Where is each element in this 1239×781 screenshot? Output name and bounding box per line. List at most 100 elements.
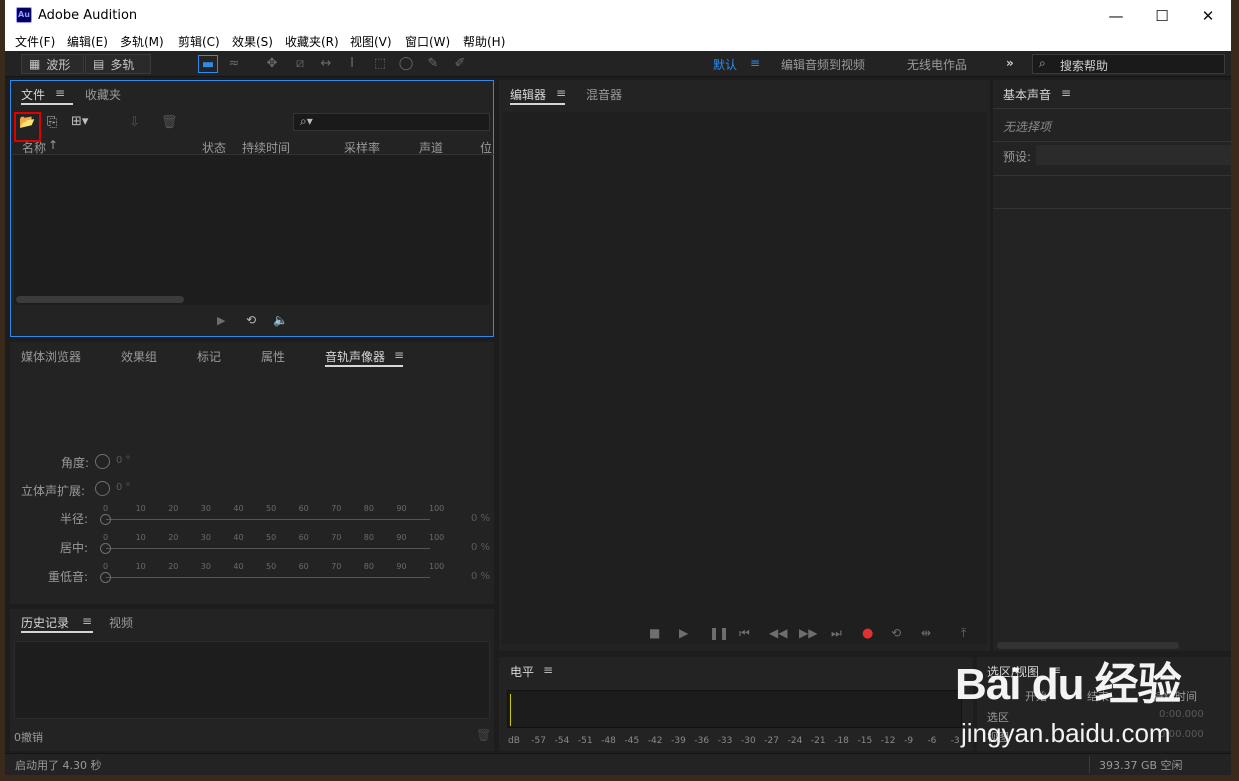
menu-multitrack[interactable]: 多轨(M): [120, 33, 164, 50]
help-search-input[interactable]: ⌕ 搜索帮助: [1032, 54, 1225, 74]
slider-tick-label: 90: [396, 533, 407, 542]
loop-preview-icon[interactable]: ⟲: [246, 313, 256, 327]
razor-tool-icon[interactable]: ⧄: [291, 55, 309, 73]
meter-scale-label: -9: [904, 736, 914, 746]
slip-tool-icon[interactable]: ↔: [317, 55, 335, 73]
column-name[interactable]: 名称: [22, 139, 46, 156]
go-to-end-icon[interactable]: ⏭: [831, 626, 842, 641]
close-button[interactable]: ✕: [1185, 0, 1231, 31]
slider-track[interactable]: [106, 548, 430, 549]
waveform-mode-button[interactable]: ▦ 波形: [21, 54, 84, 74]
tab-mixer[interactable]: 混音器: [586, 86, 622, 103]
tab-properties[interactable]: 属性: [261, 348, 285, 365]
maximize-button[interactable]: ☐: [1139, 0, 1185, 31]
menu-help[interactable]: 帮助(H): [463, 33, 505, 50]
brush-tool-icon[interactable]: ✎: [424, 55, 442, 73]
tab-history[interactable]: 历史记录: [21, 614, 69, 631]
open-file-icon[interactable]: 📂: [19, 115, 35, 130]
workspace-menu-icon[interactable]: ≡: [750, 56, 760, 70]
level-meter-menu-icon[interactable]: ≡: [543, 663, 553, 677]
tab-media-browser[interactable]: 媒体浏览器: [21, 348, 81, 365]
menu-bar: 文件(F) 编辑(E) 多轨(M) 剪辑(C) 效果(S) 收藏夹(R) 视图(…: [5, 31, 1231, 51]
divider: [993, 108, 1231, 109]
skip-selection-icon[interactable]: ⇹: [921, 626, 931, 640]
history-menu-icon[interactable]: ≡: [82, 614, 92, 628]
marquee-tool-icon[interactable]: ⬚: [371, 55, 389, 73]
level-peak-indicator: [510, 694, 511, 726]
slider-track[interactable]: [106, 577, 430, 578]
editor-canvas[interactable]: [502, 112, 987, 644]
slider-handle[interactable]: [100, 572, 111, 583]
workspace-radio-production[interactable]: 无线电作品: [907, 56, 967, 73]
slider-tick-label: 50: [266, 533, 277, 542]
angle-knob[interactable]: [95, 454, 110, 469]
tab-editor[interactable]: 编辑器: [510, 86, 546, 103]
column-bit-depth[interactable]: 位: [480, 139, 492, 156]
column-status[interactable]: 状态: [202, 139, 226, 156]
slider-handle[interactable]: [100, 543, 111, 554]
meter-scale-label: -15: [857, 736, 873, 746]
slider-tick-label: 10: [135, 504, 146, 513]
slider-track[interactable]: [106, 519, 430, 520]
editor-menu-icon[interactable]: ≡: [556, 86, 566, 100]
more-workspaces-button[interactable]: »: [1006, 56, 1014, 70]
files-horizontal-scrollbar[interactable]: [16, 296, 184, 303]
preset-dropdown[interactable]: [1036, 145, 1231, 165]
import-file-icon[interactable]: ⎘: [47, 115, 57, 130]
pitch-view-icon[interactable]: ≈: [225, 55, 243, 73]
menu-effects[interactable]: 效果(S): [232, 33, 273, 50]
spot-healing-tool-icon[interactable]: ✐: [451, 55, 469, 73]
column-channels[interactable]: 声道: [419, 139, 443, 156]
minimize-button[interactable]: —: [1093, 0, 1139, 31]
stop-icon[interactable]: ■: [649, 626, 660, 640]
waveform-icon: ▦: [29, 57, 41, 71]
move-tool-icon[interactable]: ✥: [263, 55, 281, 73]
workspace-edit-audio-to-video[interactable]: 编辑音频到视频: [781, 56, 865, 73]
tab-track-panner[interactable]: 音轨声像器: [325, 348, 385, 365]
files-panel-menu-icon[interactable]: ≡: [55, 86, 65, 100]
tab-effects-rack[interactable]: 效果组: [121, 348, 157, 365]
zoom-icon[interactable]: ⤒: [961, 626, 966, 641]
level-meter-title: 电平: [510, 665, 535, 679]
new-file-icon[interactable]: ⊞▾: [71, 114, 88, 129]
stereo-expand-knob[interactable]: [95, 481, 110, 496]
app-window: Au Adobe Audition — ☐ ✕ 文件(F) 编辑(E) 多轨(M…: [5, 0, 1231, 775]
panner-menu-icon[interactable]: ≡: [394, 348, 404, 362]
record-icon[interactable]: ●: [862, 626, 873, 641]
essential-sound-menu-icon[interactable]: ≡: [1061, 86, 1071, 100]
column-sample-rate[interactable]: 采样率: [344, 139, 380, 156]
menu-edit[interactable]: 编辑(E): [67, 33, 108, 50]
menu-favorites[interactable]: 收藏夹(R): [285, 33, 339, 50]
tab-files[interactable]: 文件: [21, 86, 45, 103]
menu-view[interactable]: 视图(V): [350, 33, 392, 50]
slider-tick-label: 80: [363, 562, 374, 571]
fast-forward-icon[interactable]: ▶▶: [799, 626, 817, 640]
menu-clip[interactable]: 剪辑(C): [178, 33, 220, 50]
time-selection-tool-icon[interactable]: I: [343, 55, 361, 73]
stereo-expand-value: 0 °: [116, 482, 131, 493]
slider-label: 重低音:: [47, 570, 88, 584]
tab-video[interactable]: 视频: [109, 614, 133, 631]
slider-handle[interactable]: [100, 514, 111, 525]
slider-tick-label: 90: [396, 562, 407, 571]
tab-markers[interactable]: 标记: [197, 348, 221, 365]
auto-play-icon[interactable]: 🔈: [273, 313, 288, 327]
spectral-view-icon[interactable]: ▬: [198, 55, 218, 73]
search-icon: ⌕▾: [300, 114, 313, 128]
multitrack-icon: ▤: [93, 57, 105, 71]
loop-icon[interactable]: ⟲: [891, 626, 901, 640]
pause-icon[interactable]: ❚❚: [709, 626, 729, 640]
multitrack-mode-button[interactable]: ▤ 多轨: [85, 54, 151, 74]
tab-favorites[interactable]: 收藏夹: [85, 86, 121, 103]
play-icon[interactable]: ▶: [679, 626, 688, 640]
go-to-start-icon[interactable]: ⏮: [739, 626, 750, 641]
lasso-tool-icon[interactable]: ◯: [397, 55, 415, 73]
slider-tick-label: 20: [168, 504, 179, 513]
workspace-default[interactable]: 默认: [713, 56, 737, 73]
rewind-icon[interactable]: ◀◀: [769, 626, 787, 640]
files-search-input[interactable]: ⌕▾: [293, 113, 490, 131]
menu-file[interactable]: 文件(F): [15, 33, 55, 50]
menu-window[interactable]: 窗口(W): [405, 33, 450, 50]
column-duration[interactable]: 持续时间: [242, 139, 290, 156]
play-preview-icon[interactable]: ▶: [217, 314, 225, 327]
